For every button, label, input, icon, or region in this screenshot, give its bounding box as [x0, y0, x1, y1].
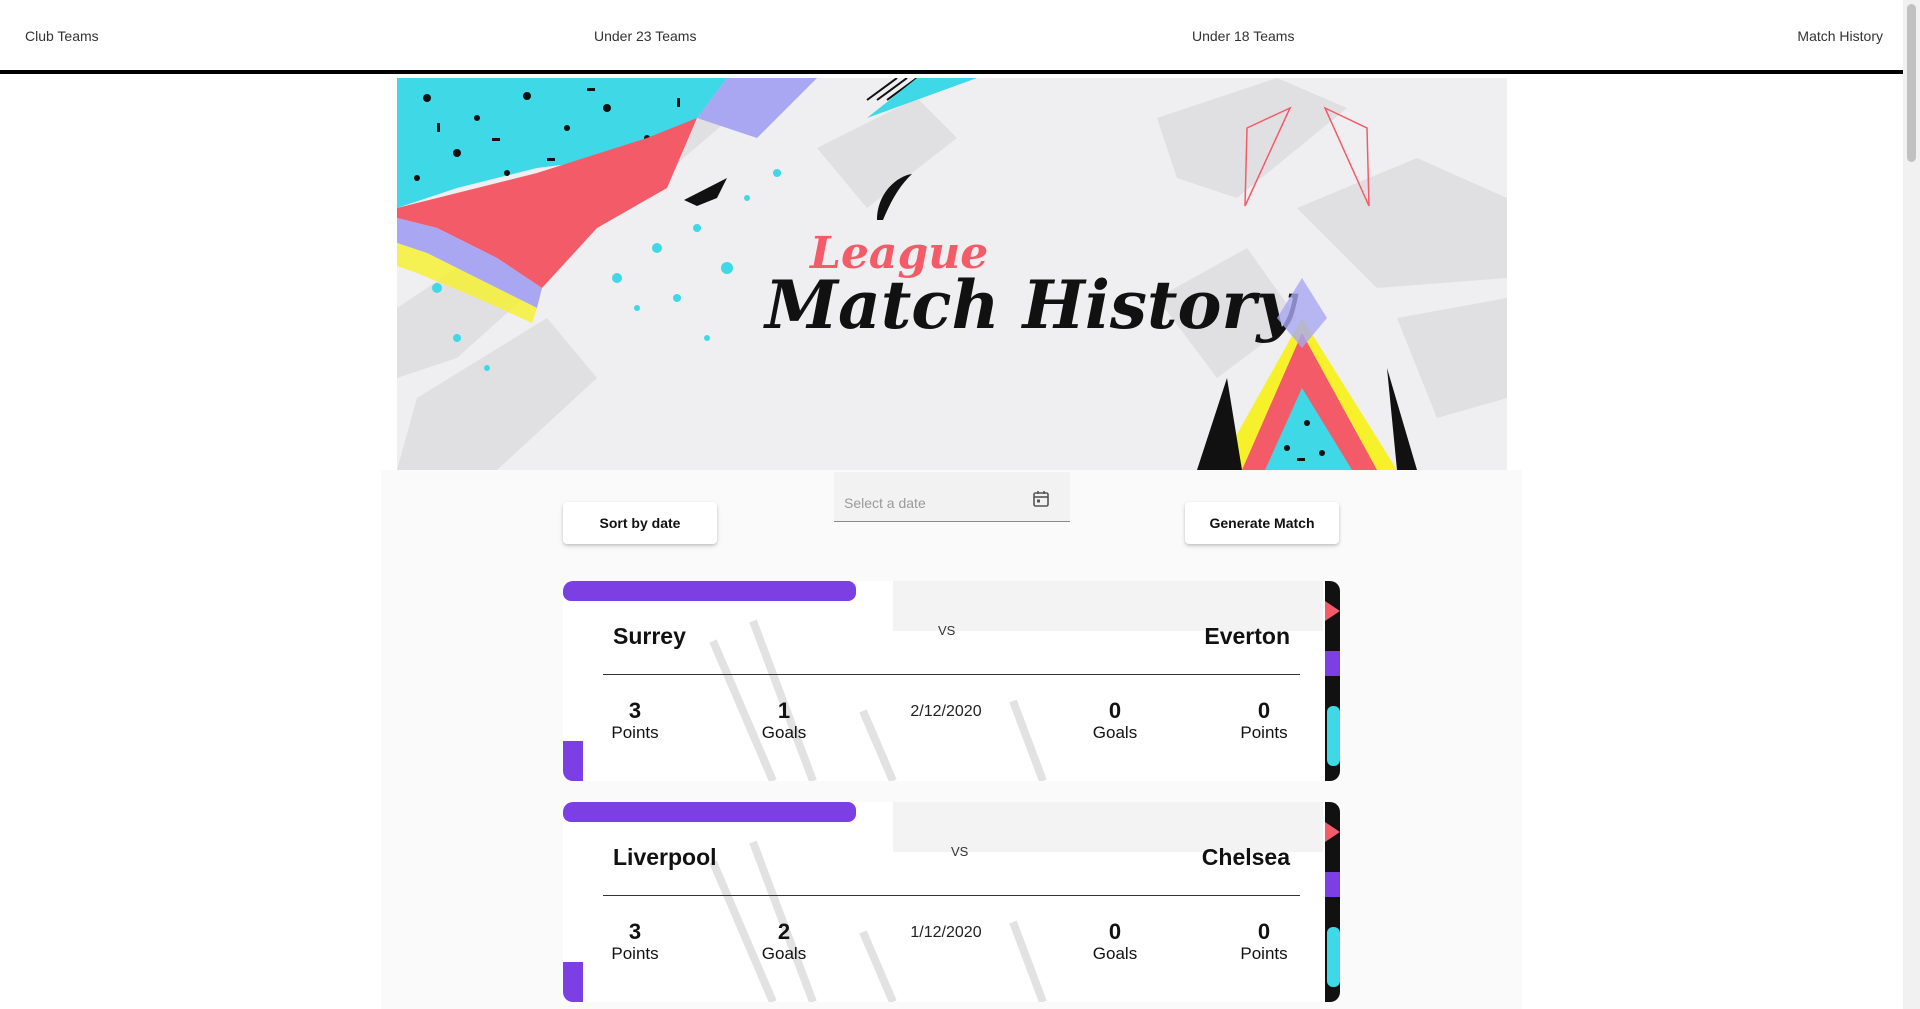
home-points-value: 3 [628, 919, 642, 944]
away-points-value: 0 [1257, 698, 1271, 723]
banner-artwork: League Match History [397, 78, 1507, 470]
page-scrollbar[interactable] [1903, 0, 1920, 1009]
match-date: 2/12/2020 [910, 703, 982, 720]
home-points-label: Points [611, 944, 659, 963]
home-goals-value: 1 [777, 698, 791, 723]
home-goals-label: Goals [761, 723, 807, 742]
away-points-stat: 0 Points [1219, 699, 1309, 743]
card-divider [603, 895, 1300, 896]
match-card-decoration [563, 581, 1340, 781]
nav-link-under-23-teams[interactable]: Under 23 Teams [594, 28, 696, 44]
home-points-label: Points [611, 723, 659, 742]
away-goals-stat: 0 Goals [1070, 699, 1160, 743]
match-card-decoration [563, 802, 1340, 1002]
date-input[interactable] [842, 494, 1026, 512]
top-navbar: Club Teams Under 23 Teams Under 18 Teams… [0, 0, 1903, 74]
match-card: Liverpool VS Chelsea 3 Points 2 Goals 1/… [563, 802, 1340, 1002]
nav-link-under-18-teams[interactable]: Under 18 Teams [1192, 28, 1294, 44]
home-goals-stat: 2 Goals [739, 920, 829, 964]
away-goals-label: Goals [1092, 944, 1138, 963]
calendar-icon[interactable] [1032, 490, 1050, 508]
away-goals-value: 0 [1108, 698, 1122, 723]
sort-by-date-button[interactable]: Sort by date [563, 502, 717, 544]
banner-title: Match History [763, 266, 1299, 344]
away-points-stat: 0 Points [1219, 920, 1309, 964]
away-goals-label: Goals [1092, 723, 1138, 742]
generate-match-button[interactable]: Generate Match [1185, 502, 1339, 544]
away-points-value: 0 [1257, 919, 1271, 944]
away-team-name: Chelsea [1201, 844, 1290, 870]
date-picker-field[interactable] [834, 472, 1070, 522]
match-card: Surrey VS Everton 3 Points 1 Goals 2/12/… [563, 581, 1340, 781]
versus-label: VS [938, 623, 956, 638]
scrollbar-thumb[interactable] [1907, 4, 1916, 162]
away-points-label: Points [1240, 723, 1288, 742]
home-points-value: 3 [628, 698, 642, 723]
home-goals-label: Goals [761, 944, 807, 963]
match-date: 1/12/2020 [910, 924, 982, 941]
away-goals-value: 0 [1108, 919, 1122, 944]
nav-link-match-history[interactable]: Match History [1797, 28, 1883, 44]
away-goals-stat: 0 Goals [1070, 920, 1160, 964]
card-divider [603, 674, 1300, 675]
match-history-banner: League Match History [397, 78, 1507, 470]
nav-link-club-teams[interactable]: Club Teams [25, 28, 99, 44]
versus-label: VS [951, 844, 969, 859]
home-team-name: Liverpool [613, 844, 717, 870]
away-team-name: Everton [1204, 623, 1290, 649]
home-team-name: Surrey [613, 623, 686, 649]
away-points-label: Points [1240, 944, 1288, 963]
home-points-stat: 3 Points [590, 920, 680, 964]
home-goals-value: 2 [777, 919, 791, 944]
home-goals-stat: 1 Goals [739, 699, 829, 743]
home-points-stat: 3 Points [590, 699, 680, 743]
